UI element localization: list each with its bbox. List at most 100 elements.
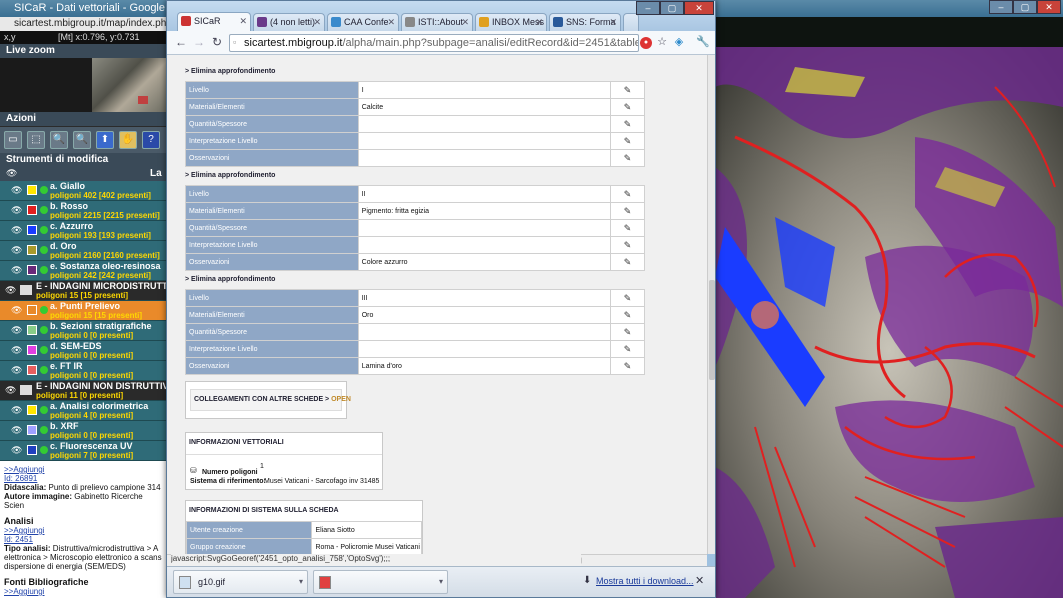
edit-icon[interactable]: ✎ xyxy=(610,81,645,99)
open-link[interactable]: OPEN xyxy=(331,396,351,403)
edit-icon[interactable]: ✎ xyxy=(610,323,645,341)
eye-icon[interactable]: 👁 xyxy=(11,245,22,256)
layer-group-row[interactable]: 👁 E - INDAGINI MICRODISTRUTTI poligoni 15 … xyxy=(0,281,168,301)
layer-row[interactable]: 👁 e. Sostanza oleo-resinosa poligoni 242 [… xyxy=(0,261,168,281)
tab-close-icon[interactable]: ✕ xyxy=(535,17,543,28)
tab-inbox[interactable]: INBOX Mess ✕ xyxy=(475,13,547,31)
bookmark-star-icon[interactable]: ☆ xyxy=(654,35,670,51)
group-icon[interactable] xyxy=(20,285,32,295)
elimina-approfondimento-link[interactable]: > Elimina approfondimento xyxy=(185,169,643,183)
new-tab-button[interactable] xyxy=(623,13,639,31)
live-zoom-header[interactable]: Live zoom xyxy=(0,44,168,58)
edit-icon[interactable]: ✎ xyxy=(610,185,645,203)
eye-icon[interactable]: 👁 xyxy=(11,325,22,336)
eye-icon[interactable]: 👁 xyxy=(11,425,22,436)
adblock-icon[interactable]: ● xyxy=(640,37,652,49)
pan-hand-icon[interactable]: ✋ xyxy=(119,131,137,149)
aggiungi-link-3[interactable]: >>Aggiungi xyxy=(4,587,164,596)
edit-icon[interactable]: ✎ xyxy=(610,236,645,254)
id-link[interactable]: Id: 26891 xyxy=(4,474,164,483)
tab-isti[interactable]: ISTI::About ✕ xyxy=(401,13,473,31)
rect-tool-icon[interactable]: ⬚ xyxy=(27,131,45,149)
help-icon[interactable]: ? xyxy=(142,131,160,149)
edit-icon[interactable]: ✎ xyxy=(610,115,645,133)
sampling-point-marker[interactable] xyxy=(751,301,779,329)
layer-row[interactable]: 👁 e. FT IR poligoni 0 [0 presenti] xyxy=(0,361,168,381)
edit-icon[interactable]: ✎ xyxy=(610,306,645,324)
minimize-button[interactable]: – xyxy=(989,0,1013,14)
chevron-down-icon[interactable]: ▾ xyxy=(439,577,443,586)
group-icon[interactable] xyxy=(20,385,32,395)
aggiungi-link-2[interactable]: >>Aggiungi xyxy=(4,526,164,535)
close-button[interactable]: ✕ xyxy=(1037,0,1061,14)
edit-icon[interactable]: ✎ xyxy=(610,202,645,220)
zoom-in-icon[interactable]: 🔍 xyxy=(50,131,68,149)
edit-icon[interactable]: ✎ xyxy=(610,132,645,150)
chrome-close-button[interactable]: ✕ xyxy=(684,1,714,15)
aggiungi-link[interactable]: >>Aggiungi xyxy=(4,465,164,474)
edit-icon[interactable]: ✎ xyxy=(610,253,645,271)
download-item[interactable]: ▾ xyxy=(313,570,448,594)
edit-icon[interactable]: ✎ xyxy=(610,340,645,358)
extension-icon[interactable]: ◈ xyxy=(671,35,687,51)
strumenti-header[interactable]: Strumenti di modifica xyxy=(0,153,168,167)
map-canvas[interactable] xyxy=(715,47,1063,598)
download-item[interactable]: g10.gif ▾ xyxy=(173,570,308,594)
chrome-minimize-button[interactable]: – xyxy=(636,1,660,15)
edit-icon[interactable]: ✎ xyxy=(610,149,645,167)
eye-icon[interactable]: 👁 xyxy=(11,365,22,376)
layer-row[interactable]: 👁 b. XRF poligoni 0 [0 presenti] xyxy=(0,421,168,441)
layer-row[interactable]: 👁 b. Sezioni stratigrafiche poligoni 0 [0 … xyxy=(0,321,168,341)
tab-close-icon[interactable]: ✕ xyxy=(461,17,469,28)
chrome-maximize-button[interactable]: ▢ xyxy=(660,1,684,15)
show-all-downloads-link[interactable]: Mostra tutti i download... xyxy=(596,576,694,586)
zoom-out-icon[interactable]: 🔍 xyxy=(73,131,91,149)
id-link-2[interactable]: Id: 2451 xyxy=(4,535,164,544)
eye-icon[interactable]: 👁 xyxy=(11,205,22,216)
eye-icon[interactable]: 👁 xyxy=(11,225,22,236)
back-icon[interactable]: ← xyxy=(173,35,189,51)
eye-icon[interactable]: 👁 xyxy=(11,185,22,196)
vertical-scrollbar[interactable] xyxy=(707,55,715,554)
edit-icon[interactable]: ✎ xyxy=(610,289,645,307)
move-icon[interactable]: ⬆ xyxy=(96,131,114,149)
layer-row[interactable]: 👁 a. Punti Prelievo poligoni 15 [15 presen… xyxy=(0,301,168,321)
address-bar[interactable]: ▫ sicartest.mbigroup.it/alpha/main.php?s… xyxy=(229,34,639,52)
eye-icon[interactable]: 👁 xyxy=(11,305,22,316)
eye-icon[interactable]: 👁 xyxy=(5,285,16,296)
eye-icon[interactable]: 👁 xyxy=(11,265,22,276)
layer-row[interactable]: 👁 a. Giallo poligoni 402 [402 presenti] xyxy=(0,181,168,201)
tab-close-icon[interactable]: ✕ xyxy=(387,17,395,28)
layer-row[interactable]: 👁 d. SEM-EDS poligoni 0 [0 presenti] xyxy=(0,341,168,361)
maximize-button[interactable]: ▢ xyxy=(1013,0,1037,14)
reload-icon[interactable]: ↻ xyxy=(209,35,225,51)
layer-row[interactable]: 👁 c. Azzurro poligoni 193 [193 presenti] xyxy=(0,221,168,241)
eye-icon[interactable]: 👁 xyxy=(11,405,22,416)
layer-group-row[interactable]: 👁 E - INDAGINI NON DISTRUTTIV poligoni 11 … xyxy=(0,381,168,401)
tab-close-icon[interactable]: ✕ xyxy=(609,17,617,28)
scroll-thumb[interactable] xyxy=(709,280,715,380)
layer-row[interactable]: 👁 b. Rosso poligoni 2215 [2215 presenti] xyxy=(0,201,168,221)
tab-close-icon[interactable]: ✕ xyxy=(313,17,321,28)
tab-caa[interactable]: CAA Confe ✕ xyxy=(327,13,399,31)
wrench-menu-icon[interactable]: 🔧 xyxy=(695,35,711,51)
select-tool-icon[interactable]: ▭ xyxy=(4,131,22,149)
tab-sicar[interactable]: SICaR ✕ xyxy=(177,12,251,31)
layer-row[interactable]: 👁 c. Fluorescenza UV poligoni 7 [0 present… xyxy=(0,441,168,461)
layer-row[interactable]: 👁 d. Oro poligoni 2160 [2160 presenti] xyxy=(0,241,168,261)
chevron-down-icon[interactable]: ▾ xyxy=(299,577,303,586)
close-download-bar-icon[interactable]: ✕ xyxy=(695,574,704,587)
edit-icon[interactable]: ✎ xyxy=(610,98,645,116)
eye-icon[interactable]: 👁 xyxy=(11,345,22,356)
eye-icon[interactable]: 👁 xyxy=(11,445,22,456)
tab-gmail[interactable]: (4 non letti) ✕ xyxy=(253,13,325,31)
forward-icon[interactable]: → xyxy=(191,35,207,51)
edit-icon[interactable]: ✎ xyxy=(610,219,645,237)
elimina-approfondimento-link[interactable]: > Elimina approfondimento xyxy=(185,65,643,79)
tab-sns[interactable]: SNS: Forma ✕ xyxy=(549,13,621,31)
edit-icon[interactable]: ✎ xyxy=(610,357,645,375)
eye-icon[interactable]: 👁 xyxy=(5,385,16,396)
tab-close-icon[interactable]: ✕ xyxy=(239,16,247,27)
layer-row[interactable]: 👁 a. Analisi colorimetrica poligoni 4 [0 p… xyxy=(0,401,168,421)
elimina-approfondimento-link[interactable]: > Elimina approfondimento xyxy=(185,273,643,287)
